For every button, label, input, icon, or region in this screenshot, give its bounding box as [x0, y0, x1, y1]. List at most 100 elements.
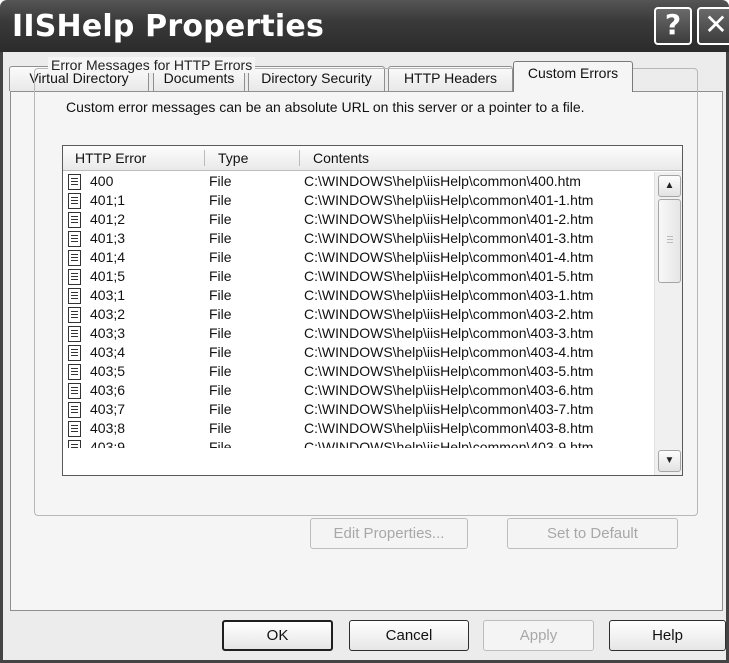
cell-contents: C:\WINDOWS\help\iisHelp\common\400.htm: [304, 173, 581, 189]
document-icon: [68, 364, 81, 380]
vertical-scrollbar[interactable]: ▲ ▼: [654, 172, 682, 475]
column-header-type[interactable]: Type: [205, 146, 300, 170]
document-icon: [68, 250, 81, 266]
tab-custom-errors[interactable]: Custom Errors: [513, 61, 633, 92]
list-rows: 400 File C:\WINDOWS\help\iisHelp\common\40…: [63, 172, 654, 448]
cell-error: 403;5: [90, 363, 126, 379]
cell-type: File: [209, 420, 232, 436]
cell-error: 401;4: [90, 249, 126, 265]
column-header-contents[interactable]: Contents: [300, 146, 682, 170]
group-description: Custom error messages can be an absolute…: [66, 99, 585, 115]
http-errors-list[interactable]: HTTP Error Type Contents 400 File C:\WINDO…: [62, 145, 683, 476]
cell-contents: C:\WINDOWS\help\iisHelp\common\401-4.htm: [304, 249, 594, 265]
cell-contents: C:\WINDOWS\help\iisHelp\common\403-5.htm: [304, 363, 594, 379]
cell-error: 403;7: [90, 401, 126, 417]
scroll-up-icon[interactable]: ▲: [658, 175, 681, 197]
cell-contents: C:\WINDOWS\help\iisHelp\common\401-5.htm: [304, 268, 594, 284]
cell-error: 403;9: [90, 439, 126, 448]
help-button[interactable]: Help: [609, 620, 726, 651]
document-icon: [68, 326, 81, 342]
cell-type: File: [209, 439, 232, 448]
cell-error: 401;5: [90, 268, 126, 284]
document-icon: [68, 383, 81, 399]
table-row[interactable]: 401;3 File C:\WINDOWS\help\iisHelp\common\…: [63, 229, 654, 248]
cell-error: 403;6: [90, 382, 126, 398]
cell-contents: C:\WINDOWS\help\iisHelp\common\401-3.htm: [304, 230, 594, 246]
cell-error: 403;4: [90, 344, 126, 360]
cell-error: 400: [90, 173, 114, 189]
cell-contents: C:\WINDOWS\help\iisHelp\common\403-6.htm: [304, 382, 594, 398]
cell-type: File: [209, 325, 232, 341]
edit-properties-button[interactable]: Edit Properties...: [310, 518, 468, 549]
table-row[interactable]: 403;1 File C:\WINDOWS\help\iisHelp\common\…: [63, 286, 654, 305]
table-row[interactable]: 403;6 File C:\WINDOWS\help\iisHelp\common\…: [63, 381, 654, 400]
cell-contents: C:\WINDOWS\help\iisHelp\common\403-8.htm: [304, 420, 594, 436]
title-bar[interactable]: IISHelp Properties ? ✕: [0, 0, 729, 52]
column-header-label: HTTP Error: [75, 150, 147, 166]
table-row[interactable]: 403;9 File C:\WINDOWS\help\iisHelp\common\…: [63, 438, 654, 448]
cell-type: File: [209, 401, 232, 417]
help-icon[interactable]: ?: [654, 7, 692, 45]
ok-button[interactable]: OK: [222, 620, 333, 651]
document-icon: [68, 193, 81, 209]
table-row[interactable]: 403;8 File C:\WINDOWS\help\iisHelp\common\…: [63, 419, 654, 438]
column-header-label: Type: [218, 150, 249, 166]
cell-contents: C:\WINDOWS\help\iisHelp\common\403-1.htm: [304, 287, 594, 303]
document-icon: [68, 174, 81, 190]
table-row[interactable]: 403;2 File C:\WINDOWS\help\iisHelp\common\…: [63, 305, 654, 324]
cell-type: File: [209, 173, 232, 189]
cancel-button[interactable]: Cancel: [349, 620, 469, 651]
cell-type: File: [209, 306, 232, 322]
set-to-default-button[interactable]: Set to Default: [507, 518, 678, 549]
cell-contents: C:\WINDOWS\help\iisHelp\common\403-7.htm: [304, 401, 594, 417]
table-row[interactable]: 401;5 File C:\WINDOWS\help\iisHelp\common\…: [63, 267, 654, 286]
document-icon: [68, 345, 81, 361]
cell-error: 403;8: [90, 420, 126, 436]
scroll-down-icon[interactable]: ▼: [658, 450, 681, 472]
table-row[interactable]: 401;4 File C:\WINDOWS\help\iisHelp\common\…: [63, 248, 654, 267]
cell-type: File: [209, 192, 232, 208]
cell-contents: C:\WINDOWS\help\iisHelp\common\401-2.htm: [304, 211, 594, 227]
cell-contents: C:\WINDOWS\help\iisHelp\common\401-1.htm: [304, 192, 594, 208]
document-icon: [68, 440, 81, 448]
document-icon: [68, 231, 81, 247]
cell-type: File: [209, 211, 232, 227]
cell-contents: C:\WINDOWS\help\iisHelp\common\403-3.htm: [304, 325, 594, 341]
table-row[interactable]: 403;3 File C:\WINDOWS\help\iisHelp\common\…: [63, 324, 654, 343]
list-header: HTTP Error Type Contents: [63, 146, 682, 171]
cell-type: File: [209, 287, 232, 303]
cell-type: File: [209, 344, 232, 360]
apply-button[interactable]: Apply: [483, 620, 594, 651]
table-row[interactable]: 401;2 File C:\WINDOWS\help\iisHelp\common\…: [63, 210, 654, 229]
table-row[interactable]: 403;5 File C:\WINDOWS\help\iisHelp\common\…: [63, 362, 654, 381]
cell-type: File: [209, 363, 232, 379]
close-icon[interactable]: ✕: [697, 7, 729, 45]
cell-error: 403;3: [90, 325, 126, 341]
document-icon: [68, 402, 81, 418]
table-row[interactable]: 401;1 File C:\WINDOWS\help\iisHelp\common\…: [63, 191, 654, 210]
cell-error: 401;2: [90, 211, 126, 227]
cell-error: 401;3: [90, 230, 126, 246]
column-header-http-error[interactable]: HTTP Error: [63, 146, 205, 170]
document-icon: [68, 421, 81, 437]
cell-error: 403;2: [90, 306, 126, 322]
cell-error: 401;1: [90, 192, 126, 208]
scrollbar-thumb[interactable]: [658, 199, 681, 283]
cell-type: File: [209, 382, 232, 398]
column-header-label: Contents: [313, 150, 370, 166]
cell-contents: C:\WINDOWS\help\iisHelp\common\403-2.htm: [304, 306, 594, 322]
cell-contents: C:\WINDOWS\help\iisHelp\common\403-4.htm: [304, 344, 594, 360]
cell-contents: C:\WINDOWS\help\iisHelp\common\403-9.htm: [304, 439, 594, 448]
cell-type: File: [209, 249, 232, 265]
document-icon: [68, 212, 81, 228]
cell-type: File: [209, 268, 232, 284]
table-row[interactable]: 400 File C:\WINDOWS\help\iisHelp\common\40…: [63, 172, 654, 191]
cell-error: 403;1: [90, 287, 126, 303]
table-row[interactable]: 403;4 File C:\WINDOWS\help\iisHelp\common\…: [63, 343, 654, 362]
grip-icon: [667, 236, 673, 243]
document-icon: [68, 269, 81, 285]
group-legend: Error Messages for HTTP Errors: [48, 57, 256, 73]
table-row[interactable]: 403;7 File C:\WINDOWS\help\iisHelp\common\…: [63, 400, 654, 419]
window-title: IISHelp Properties: [12, 9, 325, 44]
document-icon: [68, 307, 81, 323]
